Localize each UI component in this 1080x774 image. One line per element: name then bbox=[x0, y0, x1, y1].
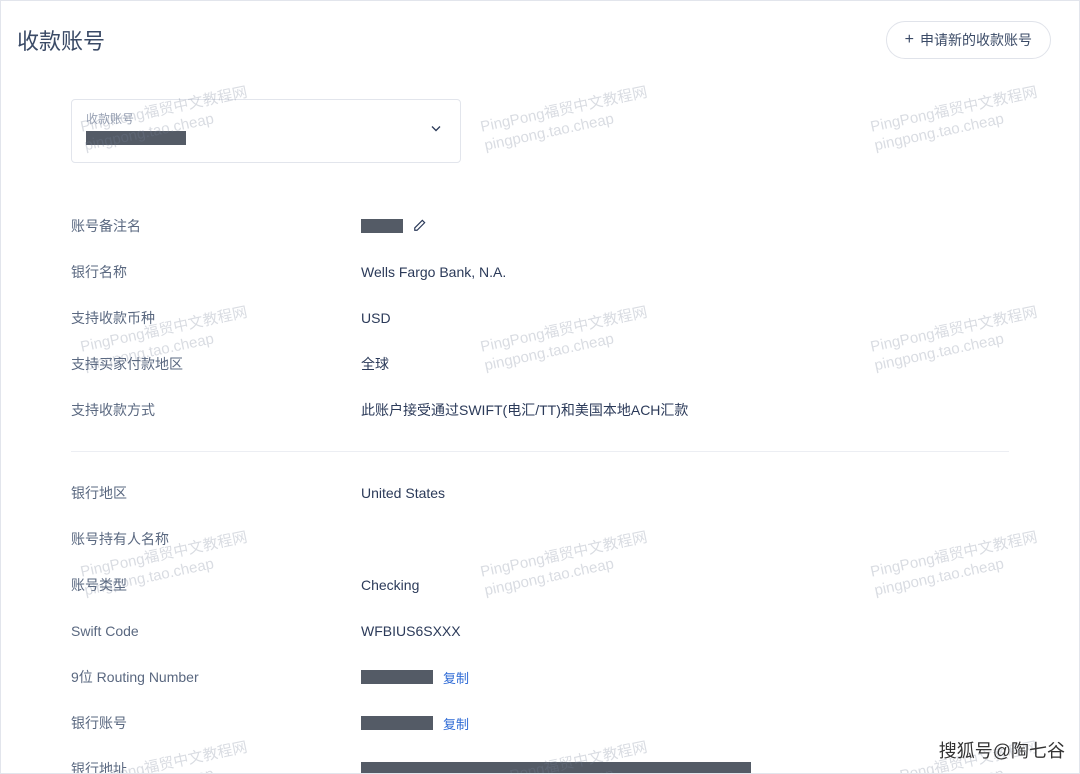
value-bank-name: Wells Fargo Bank, N.A. bbox=[361, 264, 506, 280]
label-swift: Swift Code bbox=[71, 623, 361, 639]
value-routing bbox=[361, 670, 433, 684]
row-account-type: 账号类型 Checking bbox=[71, 562, 1009, 608]
row-swift: Swift Code WFBIUS6SXXX bbox=[71, 608, 1009, 654]
page-title: 收款账号 bbox=[17, 24, 105, 56]
label-alias: 账号备注名 bbox=[71, 216, 361, 236]
label-bank-address: 银行地址 bbox=[71, 759, 361, 774]
page-root: 收款账号 + 申请新的收款账号 收款账号 账号备注名 bbox=[0, 0, 1080, 774]
value-buyer-region: 全球 bbox=[361, 354, 389, 374]
label-method: 支持收款方式 bbox=[71, 400, 361, 420]
account-selector-value bbox=[86, 131, 186, 145]
value-account-type: Checking bbox=[361, 577, 419, 593]
row-bank-name: 银行名称 Wells Fargo Bank, N.A. bbox=[71, 249, 1009, 295]
edit-icon[interactable] bbox=[413, 218, 427, 235]
row-routing: 9位 Routing Number 复制 bbox=[71, 654, 1009, 700]
row-alias: 账号备注名 bbox=[71, 203, 1009, 249]
row-buyer-region: 支持买家付款地区 全球 bbox=[71, 341, 1009, 387]
apply-new-account-button[interactable]: + 申请新的收款账号 bbox=[886, 21, 1051, 59]
value-bank-address bbox=[361, 762, 751, 774]
label-bank-name: 银行名称 bbox=[71, 262, 361, 282]
account-selector-label: 收款账号 bbox=[86, 110, 446, 127]
row-bank-address: 银行地址 bbox=[71, 746, 1009, 774]
label-bank-region: 银行地区 bbox=[71, 483, 361, 503]
account-selector[interactable]: 收款账号 bbox=[71, 99, 461, 163]
label-currency: 支持收款币种 bbox=[71, 308, 361, 328]
value-bank-region: United States bbox=[361, 485, 445, 501]
row-account-number: 银行账号 复制 bbox=[71, 700, 1009, 746]
plus-icon: + bbox=[905, 32, 914, 48]
label-buyer-region: 支持买家付款地区 bbox=[71, 354, 361, 374]
row-holder-name: 账号持有人名称 bbox=[71, 516, 1009, 562]
value-swift: WFBIUS6SXXX bbox=[361, 623, 461, 639]
apply-new-account-label: 申请新的收款账号 bbox=[920, 30, 1032, 50]
label-account-number: 银行账号 bbox=[71, 713, 361, 733]
account-details: 账号备注名 银行名称 Wells Fargo Bank, N.A. 支持收款币种… bbox=[71, 203, 1009, 774]
divider bbox=[71, 451, 1009, 452]
value-account-number bbox=[361, 716, 433, 730]
label-routing: 9位 Routing Number bbox=[71, 667, 361, 687]
label-account-type: 账号类型 bbox=[71, 575, 361, 595]
page-header: 收款账号 + 申请新的收款账号 bbox=[1, 1, 1079, 69]
value-currency: USD bbox=[361, 310, 391, 326]
row-currency: 支持收款币种 USD bbox=[71, 295, 1009, 341]
copy-account-number-button[interactable]: 复制 bbox=[443, 714, 469, 733]
content-area: 收款账号 账号备注名 银行名称 Wells Fargo Bank, N.A. bbox=[1, 69, 1079, 774]
row-method: 支持收款方式 此账户接受通过SWIFT(电汇/TT)和美国本地ACH汇款 bbox=[71, 387, 1009, 433]
row-bank-region: 银行地区 United States bbox=[71, 470, 1009, 516]
chevron-down-icon bbox=[428, 121, 444, 142]
footer-attribution: 搜狐号@陶七谷 bbox=[939, 737, 1065, 763]
value-method: 此账户接受通过SWIFT(电汇/TT)和美国本地ACH汇款 bbox=[361, 400, 688, 420]
copy-routing-button[interactable]: 复制 bbox=[443, 668, 469, 687]
value-alias bbox=[361, 219, 403, 233]
label-holder-name: 账号持有人名称 bbox=[71, 529, 361, 549]
